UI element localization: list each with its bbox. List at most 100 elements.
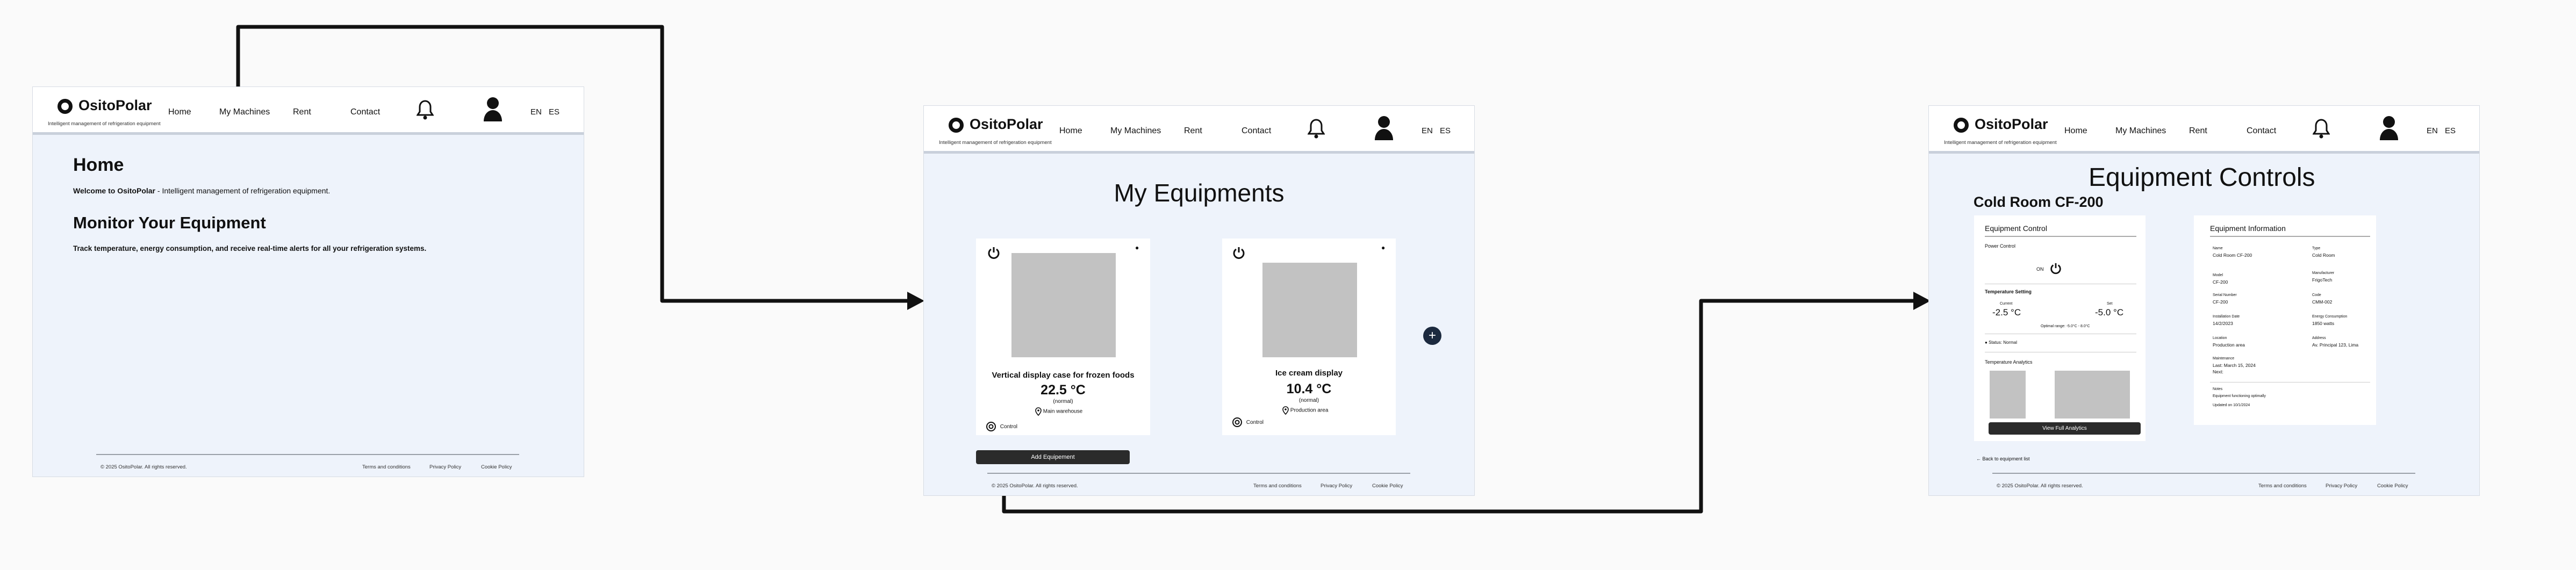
field-notes: Notes Equipment functioning optimally Upda… xyxy=(2213,387,2266,407)
brand-name: OsitoPolar xyxy=(970,116,1043,132)
add-equipment-button[interactable]: Add Equipement xyxy=(976,450,1130,464)
field-label: Address xyxy=(2312,336,2326,340)
equipment-status: (normal) xyxy=(1298,398,1319,403)
logo-icon xyxy=(949,118,964,133)
status-text: Status: Normal xyxy=(1989,340,2017,345)
control-label: Control xyxy=(1000,423,1018,430)
power-toggle-icon[interactable] xyxy=(2049,262,2062,275)
footer-privacy[interactable]: Privacy Policy xyxy=(1321,483,1352,489)
footer-terms[interactable]: Terms and conditions xyxy=(362,464,411,470)
power-state: ON xyxy=(2036,266,2044,272)
plus-icon: + xyxy=(1428,328,1436,343)
view-analytics-button[interactable]: View Full Analytics xyxy=(1989,422,2141,435)
brand-name: OsitoPolar xyxy=(78,97,152,113)
footer-divider xyxy=(987,473,1410,474)
equipment-card[interactable]: ● Ice cream display 10.4 °C (normal) Pro… xyxy=(1222,239,1396,435)
footer-privacy[interactable]: Privacy Policy xyxy=(429,464,461,470)
footer-terms[interactable]: Terms and conditions xyxy=(1253,483,1302,489)
field-type: Type Cold Room xyxy=(2312,247,2335,258)
nav-rent[interactable]: Rent xyxy=(2189,126,2207,136)
field-value: Cold Room xyxy=(2312,252,2335,258)
footer-copyright: © 2025 OsitoPolar. All rights reserved. xyxy=(1997,483,2083,489)
optimal-range: Optimal range: -5.0°C - 8.0°C xyxy=(2041,324,2090,328)
field-value: Last: March 15, 2024 xyxy=(2213,363,2256,368)
status-dot-icon: ● xyxy=(1985,340,1987,345)
control-label: Control xyxy=(1246,419,1264,425)
footer-cookies[interactable]: Cookie Policy xyxy=(1372,483,1403,489)
field-code: Code CMM-002 xyxy=(2312,293,2332,305)
nav-contact[interactable]: Contact xyxy=(2247,126,2276,136)
current-label: Current xyxy=(2000,302,2013,306)
field-value: CF-200 xyxy=(2213,299,2228,305)
status-line: ● Status: Normal xyxy=(1985,340,2017,345)
user-icon[interactable] xyxy=(1374,116,1394,140)
field-model: Model CF-200 xyxy=(2213,273,2228,285)
equipment-location: Production area xyxy=(1282,406,1328,415)
nav-my-machines[interactable]: My Machines xyxy=(2115,126,2166,136)
equipment-subtitle: Cold Room CF-200 xyxy=(1974,194,2104,210)
bell-icon[interactable] xyxy=(417,99,434,121)
lang-en[interactable]: EN xyxy=(2427,126,2438,135)
field-address: Address Av. Principal 123, Lima xyxy=(2312,336,2358,348)
page-title: My Equipments xyxy=(1114,179,1285,207)
temp-heading: Temperature Setting xyxy=(1985,289,2032,294)
panel-heading: Equipment Information xyxy=(2210,224,2286,233)
lang-en[interactable]: EN xyxy=(1422,126,1433,135)
equipment-card[interactable]: ● Vertical display case for frozen foods… xyxy=(976,239,1150,435)
nav-contact[interactable]: Contact xyxy=(350,107,380,117)
nav-home[interactable]: Home xyxy=(2064,126,2087,136)
nav-home[interactable]: Home xyxy=(1059,126,1082,136)
power-icon[interactable] xyxy=(987,246,1001,260)
footer-privacy[interactable]: Privacy Policy xyxy=(2326,483,2357,489)
location-label: Main warehouse xyxy=(1043,408,1083,415)
header: OsitoPolar Intelligent management of ref… xyxy=(924,106,1474,154)
location-pin-icon xyxy=(1035,407,1042,416)
lang-es[interactable]: ES xyxy=(1440,126,1451,135)
lang-en[interactable]: EN xyxy=(530,107,542,117)
field-label: Serial Number xyxy=(2213,293,2237,297)
add-equipment-fab[interactable]: + xyxy=(1423,327,1441,345)
page-title: Equipment Controls xyxy=(2089,163,2315,192)
nav-rent[interactable]: Rent xyxy=(1184,126,1202,136)
field-label: Name xyxy=(2213,247,2223,250)
nav-my-machines[interactable]: My Machines xyxy=(219,107,270,117)
field-location: Location Production area xyxy=(2213,336,2245,348)
field-value: CMM-002 xyxy=(2312,299,2333,305)
field-value: Updated on 10/1/2024 xyxy=(2213,403,2250,407)
field-label: Type xyxy=(2312,247,2321,250)
home-screen: OsitoPolar Intelligent management of ref… xyxy=(32,86,584,477)
nav-rent[interactable]: Rent xyxy=(293,107,311,117)
bell-icon[interactable] xyxy=(2313,118,2330,140)
location-label: Production area xyxy=(1290,407,1329,414)
tagline: Intelligent management of refrigeration … xyxy=(939,140,1052,146)
bell-icon[interactable] xyxy=(1308,118,1325,140)
user-icon[interactable] xyxy=(483,97,503,121)
user-icon[interactable] xyxy=(2379,116,2399,140)
lang-es[interactable]: ES xyxy=(2445,126,2456,135)
field-label: Maintenance xyxy=(2213,357,2235,360)
header: OsitoPolar Intelligent management of ref… xyxy=(1929,106,2479,154)
power-icon[interactable] xyxy=(1232,246,1246,260)
field-serial: Serial Number CF-200 xyxy=(2213,293,2237,305)
field-value: 1850 watts xyxy=(2312,321,2335,326)
field-label: Manufacturer xyxy=(2312,271,2335,275)
control-link[interactable]: Control xyxy=(986,421,1017,432)
monitor-title: Monitor Your Equipment xyxy=(73,213,266,232)
lang-es[interactable]: ES xyxy=(549,107,559,117)
nav-home[interactable]: Home xyxy=(168,107,191,117)
footer-cookies[interactable]: Cookie Policy xyxy=(481,464,512,470)
back-link[interactable]: ← Back to equipment list xyxy=(1976,456,2030,461)
footer-cookies[interactable]: Cookie Policy xyxy=(2377,483,2408,489)
divider xyxy=(2210,382,2370,383)
footer-terms[interactable]: Terms and conditions xyxy=(2258,483,2307,489)
field-maintenance: Maintenance Last: March 15, 2024 Next: xyxy=(2213,357,2256,374)
footer-divider xyxy=(1992,473,2415,474)
equipment-status: (normal) xyxy=(1053,399,1073,405)
equipment-temp: 10.4 °C xyxy=(1286,381,1332,396)
nav-contact[interactable]: Contact xyxy=(1242,126,1271,136)
monitor-text: Track temperature, energy consumption, a… xyxy=(73,244,427,252)
logo-icon xyxy=(58,99,73,114)
nav-my-machines[interactable]: My Machines xyxy=(1110,126,1161,136)
control-link[interactable]: Control xyxy=(1232,417,1264,428)
field-manufacturer: Manufacturer FrigoTech xyxy=(2312,271,2334,283)
